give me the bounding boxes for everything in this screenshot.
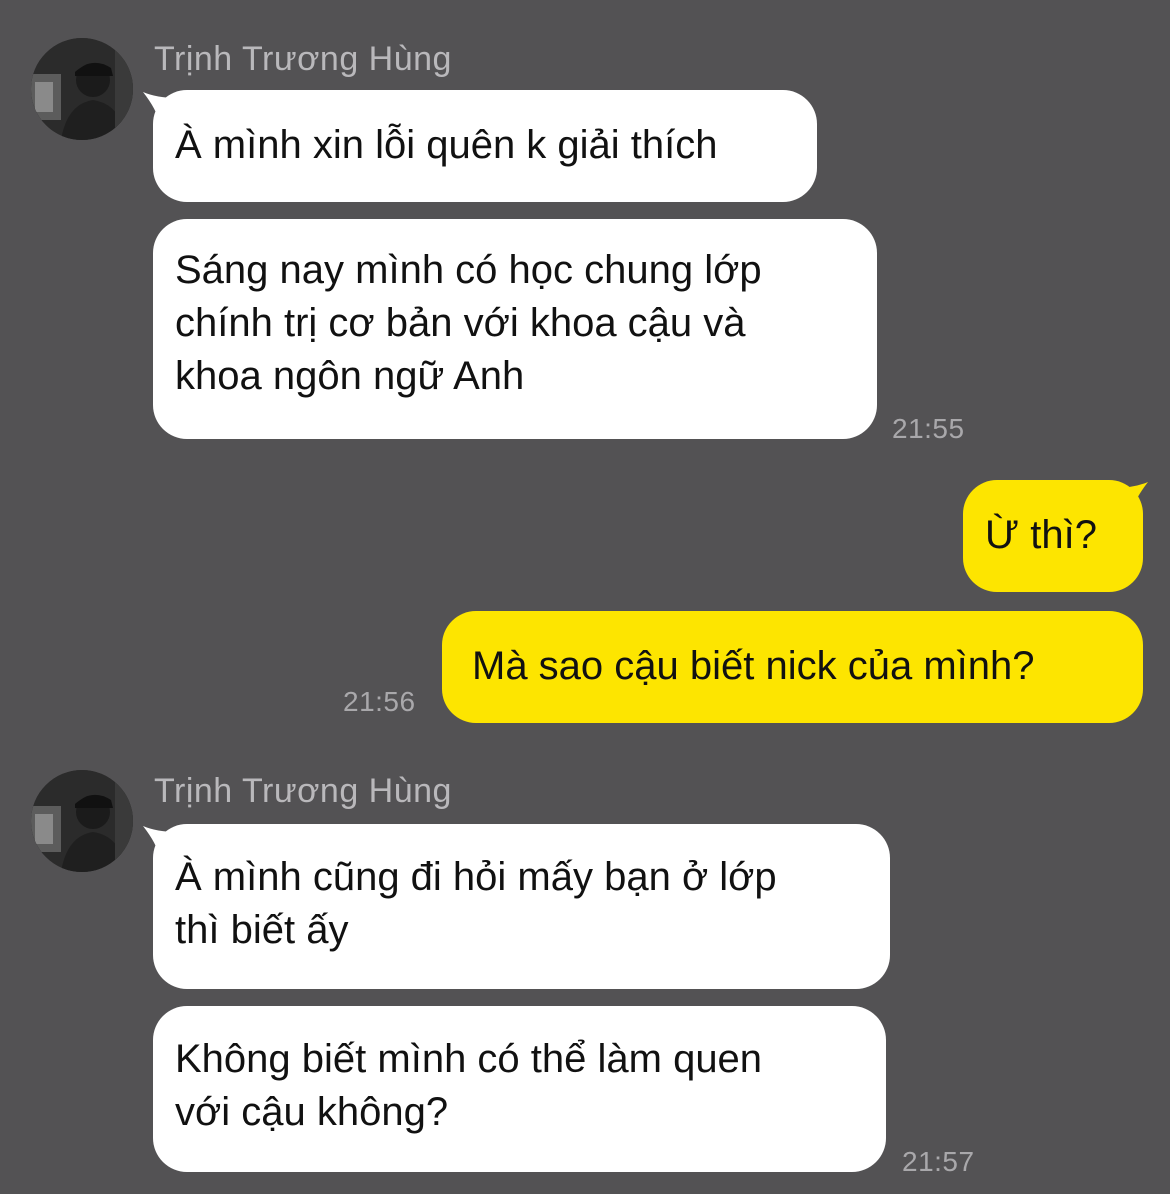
- message-timestamp: 21:55: [892, 413, 965, 444]
- message-bubble-incoming[interactable]: Sáng nay mình có học chung lớp chính trị…: [153, 219, 877, 439]
- sender-avatar[interactable]: [31, 770, 133, 872]
- message-bubble-outgoing[interactable]: Mà sao cậu biết nick của mình?: [442, 611, 1143, 723]
- message-text: Mà sao cậu biết nick của mình?: [472, 644, 1035, 688]
- message-bubble-outgoing[interactable]: Ừ thì?: [963, 480, 1143, 592]
- message-timestamp: 21:57: [902, 1146, 975, 1177]
- message-text: Không biết mình có thể làm quen với cậu …: [175, 1037, 763, 1134]
- message-text: Sáng nay mình có học chung lớp chính trị…: [175, 248, 762, 398]
- message-timestamp: 21:56: [343, 686, 416, 717]
- avatar-photo-icon: [31, 770, 133, 872]
- sender-avatar[interactable]: [31, 38, 133, 140]
- message-text: Ừ thì?: [985, 513, 1097, 557]
- chat-thread[interactable]: Trịnh Trương Hùng À mình xin lỗi quên k …: [0, 0, 1170, 1194]
- sender-name[interactable]: Trịnh Trương Hùng: [154, 40, 452, 79]
- message-bubble-incoming[interactable]: Không biết mình có thể làm quen với cậu …: [153, 1006, 886, 1172]
- message-text: À mình cũng đi hỏi mấy bạn ở lớp thì biế…: [175, 855, 777, 952]
- avatar-photo-icon: [31, 38, 133, 140]
- message-text: À mình xin lỗi quên k giải thích: [175, 123, 718, 167]
- message-bubble-incoming[interactable]: À mình xin lỗi quên k giải thích: [153, 90, 817, 202]
- sender-name[interactable]: Trịnh Trương Hùng: [154, 772, 452, 811]
- message-bubble-incoming[interactable]: À mình cũng đi hỏi mấy bạn ở lớp thì biế…: [153, 824, 890, 989]
